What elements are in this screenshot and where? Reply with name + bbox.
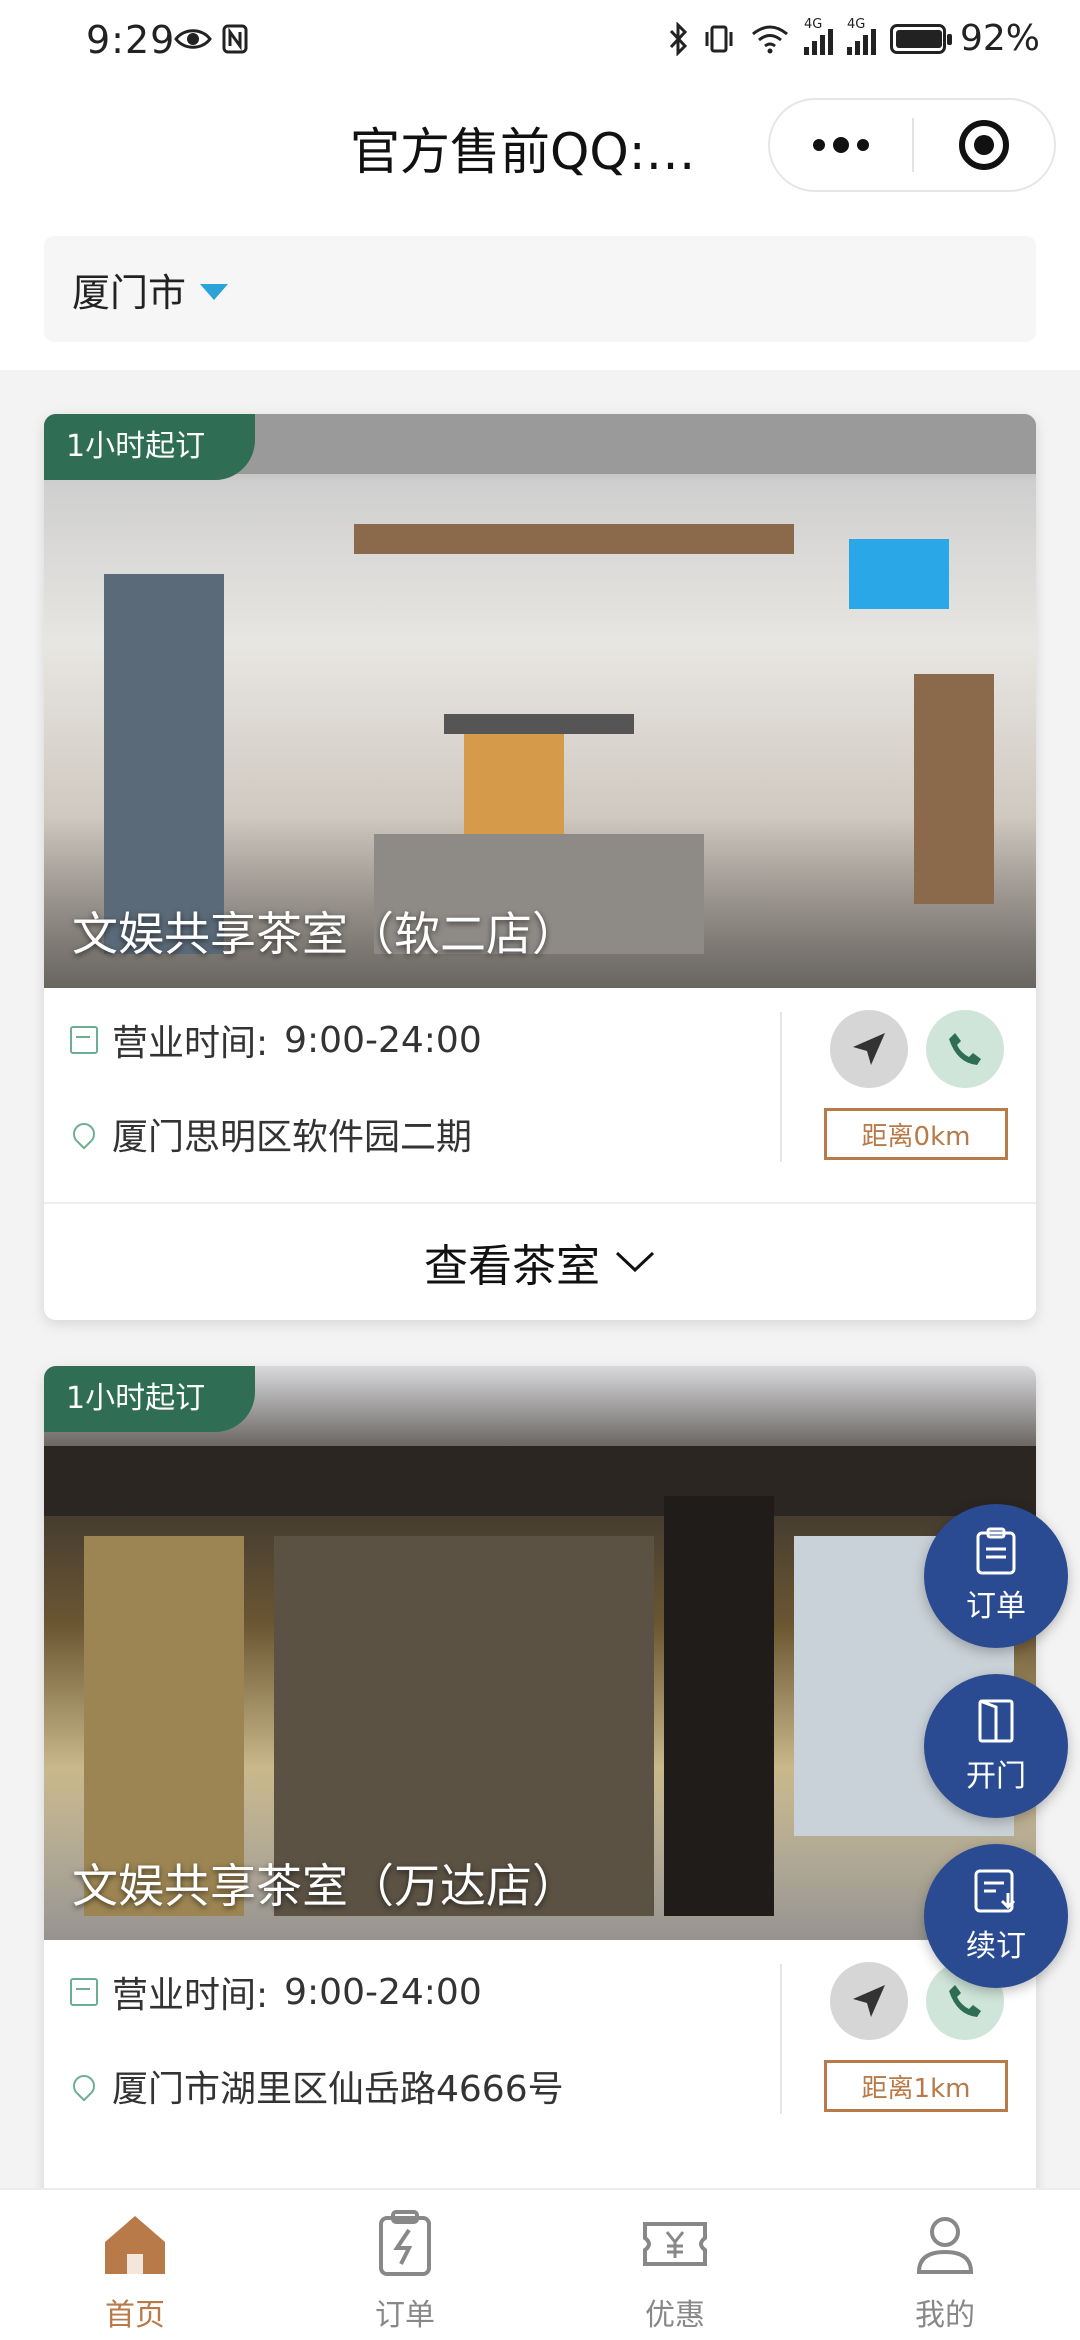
status-bar: 9:29 4G 4G 92% bbox=[0, 0, 1080, 84]
battery-fill bbox=[895, 29, 942, 48]
view-teahouse-label: 查看茶室 bbox=[424, 1241, 600, 1292]
tab-home[interactable]: 首页 bbox=[0, 2190, 270, 2340]
window bbox=[104, 574, 224, 954]
target-circle-icon bbox=[959, 120, 1009, 170]
distance-tag: 距离0km bbox=[824, 1108, 1008, 1160]
hours-value: 9:00-24:00 bbox=[284, 1019, 482, 1061]
fab-open-door[interactable]: 开门 bbox=[924, 1674, 1068, 1818]
store-photo: 1小时起订 文娱共享茶室（万达店） bbox=[44, 1366, 1036, 1940]
home-icon bbox=[105, 2216, 165, 2274]
calendar-icon bbox=[70, 1026, 98, 1054]
battery-icon bbox=[889, 23, 952, 54]
call-button[interactable] bbox=[926, 1010, 1004, 1088]
tab-orders-label: 订单 bbox=[375, 2298, 435, 2333]
min-booking-badge: 1小时起订 bbox=[44, 414, 256, 480]
fab-renew-label: 续订 bbox=[966, 1929, 1026, 1964]
profile-icon bbox=[916, 2217, 974, 2274]
status-left-icons bbox=[174, 24, 248, 54]
network-label-2: 4G bbox=[846, 16, 866, 32]
view-teahouse-button[interactable]: 查看茶室 bbox=[44, 1202, 1036, 1320]
calendar-icon bbox=[70, 1978, 98, 2006]
fab-orders[interactable]: 订单 bbox=[924, 1504, 1068, 1648]
close-button[interactable] bbox=[914, 100, 1054, 190]
battery-percent: 92% bbox=[959, 18, 1040, 59]
hours-row: 营业时间: 9:00-24:00 bbox=[70, 1014, 482, 1066]
store-name: 文娱共享茶室（软二店） bbox=[72, 907, 578, 961]
tab-orders[interactable]: 订单 bbox=[270, 2190, 540, 2340]
more-dots-icon[interactable] bbox=[770, 100, 912, 190]
store-info: 营业时间: 9:00-24:00 厦门思明区软件园二期 距离0km bbox=[44, 988, 1036, 1202]
store-photo: 1小时起订 文娱共享茶室（软二店） bbox=[44, 414, 1036, 988]
address-row: 厦门思明区软件园二期 bbox=[68, 1108, 473, 1160]
app-screen: 9:29 4G 4G 92% 官方售前QQ:… 厦门市 1小时起订 文娱共享茶室… bbox=[0, 0, 1080, 2340]
city-label: 厦门市 bbox=[72, 270, 187, 315]
address-row: 厦门市湖里区仙岳路4666号 bbox=[68, 2060, 564, 2112]
fab-orders-label: 订单 bbox=[966, 1589, 1026, 1624]
sign-pillar bbox=[664, 1496, 774, 1916]
signal-1-icon: 4G bbox=[803, 17, 833, 55]
location-pin-icon bbox=[68, 1118, 100, 1150]
page-title: 官方售前QQ:… bbox=[350, 123, 696, 181]
store-info: 营业时间: 9:00-24:00 厦门市湖里区仙岳路4666号 距离1km bbox=[44, 1940, 1036, 2154]
navigate-button[interactable] bbox=[830, 1010, 908, 1088]
distance-tag: 距离1km bbox=[824, 2060, 1008, 2112]
lamp bbox=[444, 714, 634, 734]
tab-home-label: 首页 bbox=[105, 2298, 165, 2333]
wavy-ceiling bbox=[44, 1446, 1036, 1516]
mini-program-header: 官方售前QQ:… bbox=[0, 84, 1080, 234]
tab-coupons[interactable]: 优惠 bbox=[540, 2190, 810, 2340]
navigation-arrow-icon bbox=[853, 1985, 885, 2017]
phone-icon bbox=[949, 1033, 981, 1065]
navigation-arrow-icon bbox=[853, 1033, 885, 1065]
network-label-1: 4G bbox=[803, 16, 823, 32]
address-text: 厦门市湖里区仙岳路4666号 bbox=[112, 2069, 564, 2110]
status-time: 9:29 bbox=[86, 18, 176, 62]
status-right: 4G 4G 92% bbox=[668, 17, 1040, 59]
nfc-icon bbox=[222, 24, 248, 54]
bluetooth-icon bbox=[669, 21, 688, 56]
tab-profile[interactable]: 我的 bbox=[810, 2190, 1080, 2340]
hours-label: 营业时间: bbox=[112, 1023, 269, 1064]
city-selector-bar: 厦门市 bbox=[0, 234, 1080, 370]
bottom-tab-bar: 首页 订单 优惠 我的 bbox=[0, 2188, 1080, 2340]
fab-renew[interactable]: 续订 bbox=[924, 1844, 1068, 1988]
eye-icon bbox=[174, 29, 212, 49]
phone-icon bbox=[949, 1985, 981, 2017]
fab-open-door-label: 开门 bbox=[966, 1759, 1026, 1794]
order-icon bbox=[379, 2210, 431, 2276]
min-booking-badge: 1小时起订 bbox=[44, 1366, 256, 1432]
hours-label: 营业时间: bbox=[112, 1975, 269, 2016]
vibrate-icon bbox=[705, 25, 733, 52]
coupon-icon bbox=[643, 2222, 707, 2266]
wood-ceiling bbox=[354, 524, 794, 554]
renew-icon bbox=[974, 1869, 1016, 1913]
caret-down-icon bbox=[200, 284, 229, 300]
signal-2-icon: 4G bbox=[846, 17, 876, 55]
chevron-down-icon bbox=[615, 1251, 655, 1273]
wall-shelf bbox=[914, 674, 994, 904]
tv-screen bbox=[849, 539, 949, 609]
tab-profile-label: 我的 bbox=[915, 2298, 975, 2333]
hours-value: 9:00-24:00 bbox=[284, 1971, 482, 2013]
hours-row: 营业时间: 9:00-24:00 bbox=[70, 1966, 482, 2018]
store-name: 文娱共享茶室（万达店） bbox=[72, 1859, 578, 1913]
info-divider bbox=[780, 1964, 782, 2114]
info-divider bbox=[780, 1012, 782, 1162]
door-icon bbox=[978, 1699, 1014, 1743]
clipboard-icon bbox=[976, 1527, 1016, 1575]
location-pin-icon bbox=[68, 2070, 100, 2102]
city-selector[interactable]: 厦门市 bbox=[44, 236, 1036, 342]
store-card[interactable]: 1小时起订 文娱共享茶室（万达店） 营业时间: 9:00-24:00 厦门市湖里… bbox=[44, 1366, 1036, 2226]
wifi-icon bbox=[752, 25, 788, 53]
capsule-menu bbox=[768, 98, 1056, 192]
address-text: 厦门思明区软件园二期 bbox=[112, 1117, 473, 1158]
navigate-button[interactable] bbox=[830, 1962, 908, 2040]
store-card[interactable]: 1小时起订 文娱共享茶室（软二店） 营业时间: 9:00-24:00 厦门思明区… bbox=[44, 414, 1036, 1320]
tab-coupons-label: 优惠 bbox=[645, 2298, 705, 2333]
